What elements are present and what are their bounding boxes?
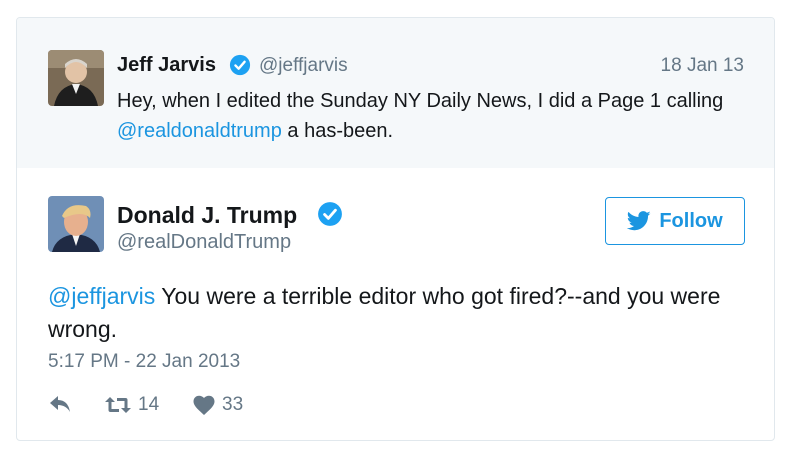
quoted-text-part: a has-been. (281, 120, 394, 142)
tweet-card: Jeff Jarvis @jeffjarvis 18 Jan 13 Hey, w… (16, 17, 775, 441)
author-name[interactable]: Donald J. Trump (117, 202, 297, 229)
follow-button[interactable]: Follow (605, 197, 745, 245)
mention-link[interactable]: @realdonaldtrump (117, 120, 282, 142)
avatar-jeff-jarvis[interactable] (48, 50, 104, 106)
reply-button[interactable] (48, 394, 72, 414)
quoted-text-part: Hey, when I edited the Sunday NY Daily N… (117, 90, 724, 112)
tweet-timestamp[interactable]: 5:17 PM - 22 Jan 2013 (48, 351, 240, 373)
like-count: 33 (222, 394, 244, 415)
retweet-count: 14 (138, 394, 160, 415)
quoted-author-name[interactable]: Jeff Jarvis (117, 54, 216, 77)
quoted-tweet-text: Hey, when I edited the Sunday NY Daily N… (117, 86, 737, 146)
reply-icon (50, 396, 70, 412)
bird-icon (627, 211, 651, 231)
quoted-tweet[interactable]: Jeff Jarvis @jeffjarvis 18 Jan 13 Hey, w… (17, 18, 774, 168)
verified-badge-icon (318, 202, 342, 226)
mention-link[interactable]: @jeffjarvis (48, 283, 155, 309)
verified-badge-icon (229, 54, 251, 76)
heart-icon (193, 395, 215, 415)
retweet-icon (105, 397, 131, 413)
quoted-author-handle[interactable]: @jeffjarvis (259, 55, 348, 77)
retweet-button[interactable]: 14 (104, 394, 159, 416)
tweet-text: @jeffjarvis You were a terrible editor w… (48, 280, 748, 346)
follow-button-label: Follow (659, 209, 723, 232)
author-handle[interactable]: @realDonaldTrump (117, 231, 291, 254)
like-button[interactable]: 33 (192, 394, 243, 416)
quoted-tweet-date[interactable]: 18 Jan 13 (661, 55, 744, 77)
avatar-donald-trump[interactable] (48, 196, 104, 252)
